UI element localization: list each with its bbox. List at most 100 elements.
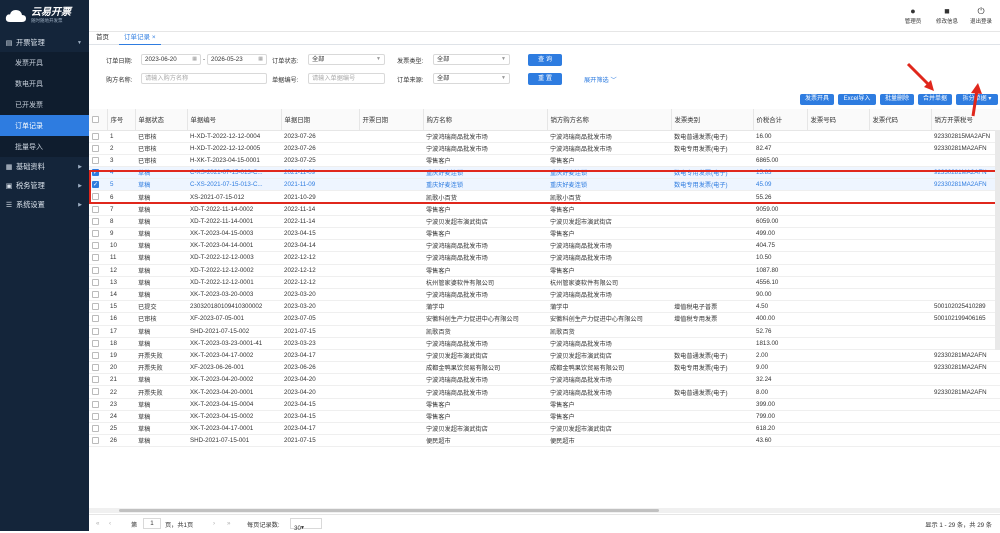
row-checkbox[interactable] [92,205,99,213]
row-checkbox[interactable] [92,351,99,359]
col-header-invoice-date[interactable]: 开票日期 [359,109,424,131]
date-from-input[interactable]: 2023-06-20 ▦ [141,54,201,65]
row-checkbox[interactable]: ✓ [92,169,99,177]
invoice-type-select[interactable]: 全部 ▼ [433,54,510,65]
table-row[interactable]: 11 草稿 XD-T-2022-12-12-0003 2022-12-12 宁波鸿瑞商品… [89,251,1000,265]
row-checkbox[interactable] [92,425,99,433]
table-row[interactable]: 15 已提交 230320180109410300002 2023-03-20 蒲学中蒲… [89,300,1000,314]
row-checkbox[interactable] [92,242,99,250]
row-checkbox[interactable] [92,290,99,298]
row-checkbox[interactable]: ✓ [92,181,99,189]
col-header-buyer[interactable]: 购方名称 [423,109,548,131]
table-row[interactable]: 23 草稿 XK-T-2023-04-15-0004 2023-04-15 零售客户 零售… [89,398,1000,411]
row-select-cell[interactable] [89,203,107,216]
date-to-input[interactable]: 2026-05-23 ▦ [207,54,267,65]
menu-item-batch-import[interactable]: 批量导入 [0,136,89,157]
table-row[interactable]: 19 开票失败 XK-T-2023-04-17-0002 2023-04-17 宁波贝发… [89,349,1000,363]
edit-info-button[interactable]: ■ 修改信息 [929,6,965,25]
split-docs-button[interactable]: 拆分单据 ▾ [956,94,998,105]
table-row[interactable]: 6 草稿 XS-2021-07-15-012 2021-10-29 凯歌小百货 凯歌小百货… [89,190,1000,204]
tab-order-records[interactable]: 订单记录 × [119,33,161,45]
table-row[interactable]: 1 已审核 H-XD-T-2022-12-12-0004 2023-07-26 宁波鸿瑞… [89,130,1000,143]
row-select-cell[interactable] [89,300,107,314]
row-select-cell[interactable] [89,227,107,241]
row-checkbox[interactable] [92,278,99,286]
query-button[interactable]: 查 询 [528,54,562,66]
horizontal-scrollbar[interactable] [89,508,1000,513]
row-select-cell[interactable] [89,385,107,399]
row-checkbox[interactable] [92,132,99,140]
table-row[interactable]: ✓ 5 草稿 C-XS-2021-07-15-013-C... 2021-11-09 重庆… [89,178,1000,192]
select-all-cell[interactable] [89,109,108,131]
row-select-cell[interactable] [89,422,107,436]
row-select-cell[interactable] [89,410,107,424]
row-select-cell[interactable] [89,288,107,302]
menu-group-settings[interactable]: ☰ 系统设置 ▶ [0,195,89,214]
col-header-amount[interactable]: 价税合计 [753,109,808,131]
prev-page-icon[interactable]: ‹ [109,520,111,527]
row-select-cell[interactable] [89,215,107,229]
table-row[interactable]: 25 草稿 XK-T-2023-04-17-0001 2023-04-17 宁波贝发超市… [89,422,1000,436]
scrollbar-thumb[interactable] [119,509,659,512]
table-row[interactable]: 26 草稿 SHD-2021-07-15-001 2021-07-15 便民超市 便民超市… [89,434,1000,448]
order-status-select[interactable]: 全部 ▼ [308,54,385,65]
row-select-cell[interactable] [89,312,107,326]
row-checkbox[interactable] [92,388,99,396]
select-all-checkbox[interactable] [92,115,99,123]
row-select-cell[interactable] [89,251,107,265]
table-row[interactable]: 7 草稿 XD-T-2022-11-14-0002 2022-11-14 零售客户 零售客… [89,203,1000,216]
col-header-status[interactable]: 单据状态 [135,109,188,131]
col-header-doc-date[interactable]: 单据日期 [281,109,360,131]
row-checkbox[interactable] [92,400,99,408]
row-checkbox[interactable] [92,303,99,311]
row-checkbox[interactable] [92,412,99,420]
row-checkbox[interactable] [92,315,99,323]
table-row[interactable]: 21 草稿 XK-T-2023-04-20-0002 2023-04-20 宁波鸿瑞商品… [89,373,1000,387]
row-select-cell[interactable] [89,349,107,363]
reset-button[interactable]: 重 置 [528,73,562,85]
col-header-buyer-name[interactable]: 销方购方名称 [547,109,672,131]
row-checkbox[interactable] [92,327,99,335]
first-page-icon[interactable]: « [96,520,99,527]
doc-no-input[interactable]: 请输入单据编号 [308,73,385,84]
row-select-cell[interactable] [89,154,107,168]
col-header-invoice-type[interactable]: 发票类别 [671,109,754,131]
menu-group-tax[interactable]: ▣ 税务管理 ▶ [0,176,89,195]
row-checkbox[interactable] [92,437,99,445]
tab-home[interactable]: 首页 [96,33,109,45]
row-select-cell[interactable] [89,373,107,387]
table-row[interactable]: 10 草稿 XK-T-2023-04-14-0001 2023-04-14 宁波鸿瑞商品… [89,239,1000,253]
table-row[interactable]: 2 已审核 H-XD-T-2022-12-12-0005 2023-07-26 宁波鸿瑞… [89,142,1000,155]
row-select-cell[interactable] [89,142,107,155]
row-checkbox[interactable] [92,217,99,225]
vertical-scrollbar[interactable] [995,130,1000,350]
row-checkbox[interactable] [92,266,99,274]
admin-button[interactable]: ● 管理员 [895,6,931,25]
menu-item-issue-invoice[interactable]: 发票开具 [0,52,89,73]
menu-item-issued[interactable]: 已开发票 [0,94,89,115]
row-select-cell[interactable] [89,337,107,350]
table-row[interactable]: ✓ 4 草稿 C-XS-2021-07-15-013-C... 2021-11-09 重庆… [89,166,1000,180]
row-checkbox[interactable] [92,144,99,152]
table-row[interactable]: 18 草稿 XK-T-2023-03-23-0001-41 2023-03-23 宁波鸿… [89,337,1000,350]
menu-group-basic-data[interactable]: ▦ 基础资料 ▶ [0,157,89,176]
row-select-cell[interactable] [89,398,107,411]
menu-group-invoice[interactable]: ▤ 开票管理 ▼ [0,33,89,52]
merge-docs-button[interactable]: 合并单据 [918,94,952,105]
table-row[interactable]: 9 草稿 XK-T-2023-04-15-0003 2023-04-15 零售客户 零售客… [89,227,1000,241]
col-header-tax-no[interactable]: 销方开票税号 [931,109,1000,131]
issue-invoice-button[interactable]: 发票开具 [800,94,834,105]
row-select-cell[interactable] [89,239,107,253]
next-page-icon[interactable]: › [213,520,215,527]
row-select-cell[interactable]: ✓ [89,178,107,192]
buyer-name-input[interactable]: 请输入购方名称 [141,73,267,84]
col-header-no[interactable]: 序号 [107,109,136,131]
row-checkbox[interactable] [92,193,99,201]
col-header-invoice-no[interactable]: 发票号码 [807,109,870,131]
row-checkbox[interactable] [92,230,99,238]
excel-import-button[interactable]: Excel导入 [838,94,876,105]
row-checkbox[interactable] [92,254,99,262]
page-input[interactable]: 1 [143,518,161,529]
batch-delete-button[interactable]: 批量删除 [880,94,914,105]
row-select-cell[interactable] [89,130,107,143]
